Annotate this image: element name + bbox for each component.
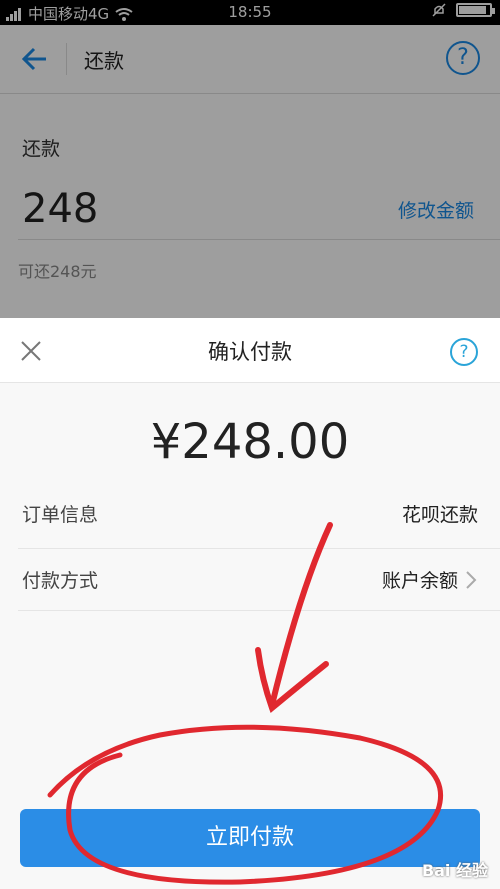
row-divider — [18, 610, 500, 611]
pay-now-button[interactable]: 立即付款 — [20, 809, 480, 867]
payment-method-row[interactable]: 付款方式 账户余额 — [0, 548, 500, 612]
watermark-logo: Bai 经验 — [421, 861, 488, 880]
sheet-title: 确认付款 — [208, 340, 292, 364]
sheet-help-icon[interactable]: ? — [450, 338, 478, 366]
payment-method-label: 付款方式 — [22, 570, 99, 592]
payment-method-value: 账户余额 — [381, 570, 458, 592]
order-info-label: 订单信息 — [22, 504, 99, 526]
chevron-right-icon — [466, 571, 477, 589]
payment-amount: ¥248.00 — [150, 414, 350, 470]
order-info-row: 订单信息 花呗还款 — [0, 482, 500, 546]
sheet-header: 确认付款 ? — [0, 318, 500, 383]
confirm-payment-sheet: 确认付款 ? ¥248.00 订单信息 花呗还款 付款方式 账户余额 立即付款 — [0, 318, 500, 889]
order-info-value: 花呗还款 — [401, 504, 478, 526]
